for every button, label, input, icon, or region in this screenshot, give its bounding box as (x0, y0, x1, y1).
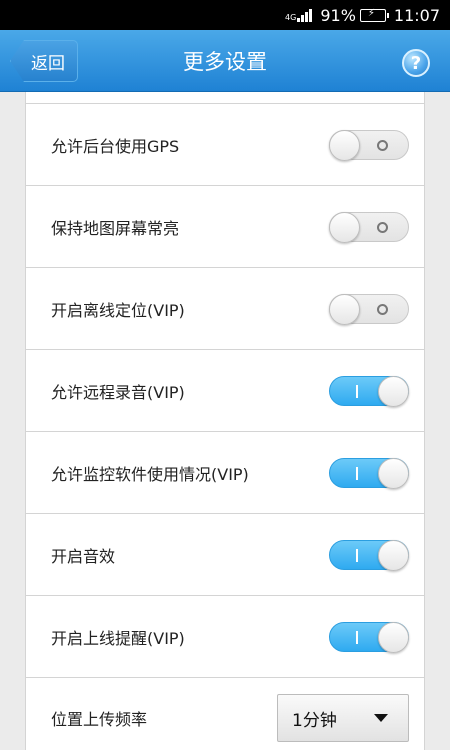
setting-label: 允许远程录音(VIP) (51, 382, 185, 402)
status-bar: 4G 91% ⚡ 11:07 (0, 0, 450, 30)
toggle-background-gps[interactable] (329, 129, 409, 161)
settings-list: 允许后台使用GPS 保持地图屏幕常亮 开启离线定位(VIP) 允许远程录音(VI… (25, 92, 425, 750)
help-icon[interactable]: ? (402, 49, 430, 77)
chevron-down-icon (374, 714, 388, 722)
setting-sound-effects: 开启音效 (26, 514, 424, 596)
setting-remote-recording: 允许远程录音(VIP) (26, 350, 424, 432)
toggle-remote-recording[interactable] (329, 375, 409, 407)
battery-percent: 91% (320, 5, 356, 25)
toggle-sound-effects[interactable] (329, 539, 409, 571)
setting-background-gps: 允许后台使用GPS (26, 104, 424, 186)
setting-label: 位置上传频率 (51, 710, 148, 729)
toggle-online-reminder[interactable] (329, 621, 409, 653)
setting-label: 开启离线定位(VIP) (51, 300, 185, 320)
toggle-offline-location[interactable] (329, 293, 409, 325)
clock: 11:07 (393, 5, 440, 25)
setting-label: 保持地图屏幕常亮 (51, 218, 180, 238)
toggle-keep-screen-on[interactable] (329, 211, 409, 243)
header: 更多设置 返回 ? (0, 30, 450, 92)
list-item-partial (26, 92, 424, 104)
setting-label: 允许监控软件使用情况(VIP) (51, 464, 249, 484)
setting-monitor-software: 允许监控软件使用情况(VIP) (26, 432, 424, 514)
select-value: 1分钟 (292, 710, 337, 731)
signal-icon: 4G (285, 8, 316, 22)
setting-upload-frequency: 位置上传频率 1分钟 (26, 678, 424, 750)
setting-online-reminder: 开启上线提醒(VIP) (26, 596, 424, 678)
setting-label: 开启上线提醒(VIP) (51, 628, 185, 648)
setting-label: 允许后台使用GPS (51, 136, 180, 156)
back-button[interactable]: 返回 (10, 40, 78, 82)
upload-frequency-select[interactable]: 1分钟 (277, 694, 409, 742)
setting-label: 开启音效 (51, 546, 116, 566)
network-type: 4G (285, 12, 297, 22)
setting-offline-location: 开启离线定位(VIP) (26, 268, 424, 350)
setting-keep-screen-on: 保持地图屏幕常亮 (26, 186, 424, 268)
toggle-monitor-software[interactable] (329, 457, 409, 489)
battery-icon: ⚡ (359, 8, 389, 22)
